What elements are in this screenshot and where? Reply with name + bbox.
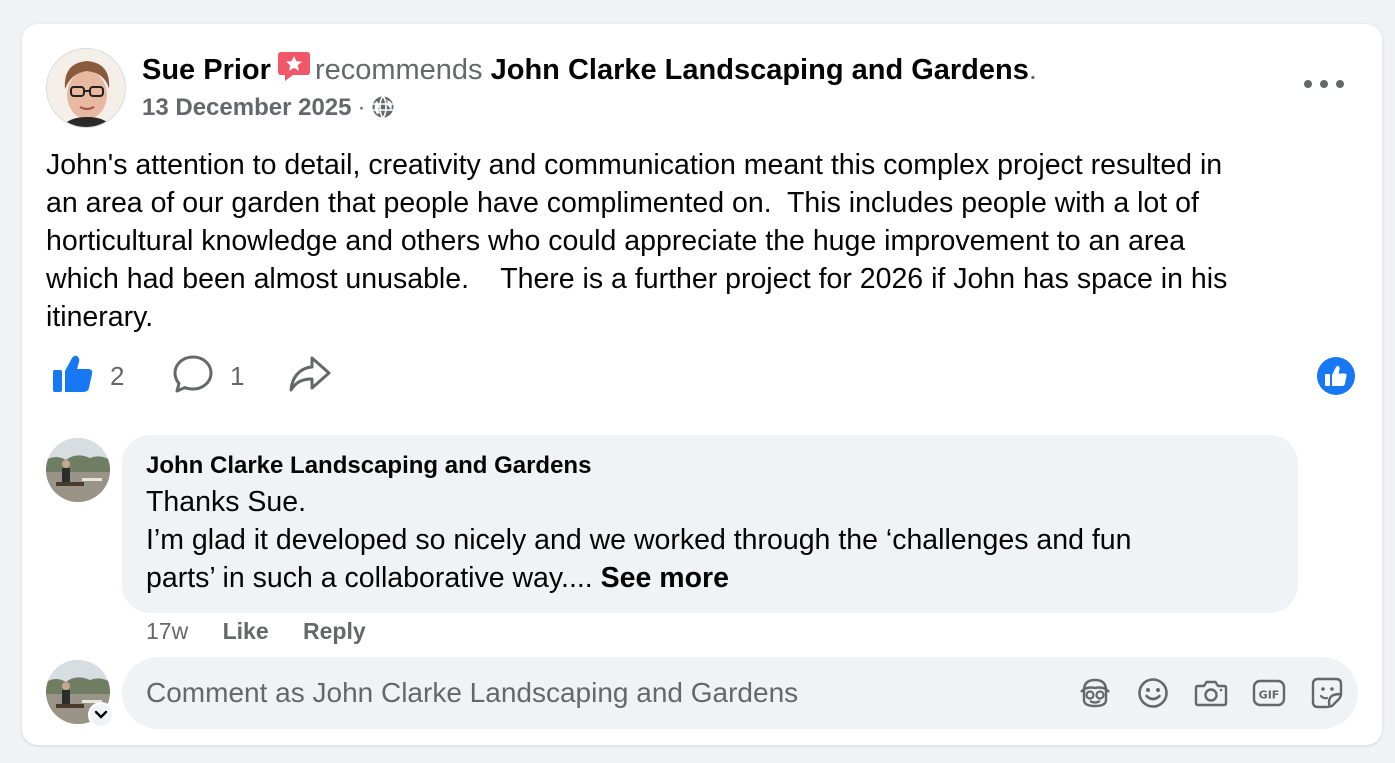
comment-author[interactable]: John Clarke Landscaping and Gardens xyxy=(146,451,591,481)
share-button[interactable] xyxy=(288,356,332,396)
author-photo xyxy=(47,49,125,127)
chevron-down-icon[interactable] xyxy=(88,702,114,728)
like-count: 2 xyxy=(110,360,125,391)
sticker-icon[interactable] xyxy=(1310,676,1344,710)
comment-body: Thanks Sue. I’m glad it developed so nic… xyxy=(146,483,1266,597)
author-avatar[interactable] xyxy=(46,48,126,128)
globe-icon xyxy=(371,95,395,128)
comment-like-button[interactable]: Like xyxy=(223,618,269,644)
svg-text:GIF: GIF xyxy=(1259,689,1280,702)
share-arrow-icon xyxy=(288,354,332,399)
post-header: Sue Prior recommends John Clarke Landscap… xyxy=(142,50,1037,92)
composer-tools: GIF xyxy=(1078,675,1344,711)
avatar-sticker-icon[interactable] xyxy=(1078,676,1112,710)
recommend-star-icon xyxy=(277,50,311,92)
commenter-avatar[interactable] xyxy=(46,438,110,502)
post-card: Sue Prior recommends John Clarke Landscap… xyxy=(22,24,1382,745)
header-period: . xyxy=(1028,54,1037,86)
comment-count: 1 xyxy=(230,360,245,391)
like-button[interactable]: 2 xyxy=(52,354,125,399)
meta-separator: · xyxy=(357,94,366,121)
comment-composer: GIF xyxy=(122,657,1358,729)
comment-bubble-icon xyxy=(172,354,214,399)
author-name[interactable]: Sue Prior xyxy=(142,54,271,86)
post-text: John's attention to detail, creativity a… xyxy=(46,149,1228,333)
see-more-link[interactable]: See more xyxy=(601,562,729,594)
comment-input[interactable] xyxy=(146,657,1046,729)
gif-icon[interactable]: GIF xyxy=(1252,676,1286,710)
comment-reply-button[interactable]: Reply xyxy=(303,618,366,644)
camera-icon[interactable] xyxy=(1194,676,1228,710)
comment-meta: 17w Like Reply xyxy=(146,616,394,646)
commenter-photo xyxy=(46,438,110,502)
like-thumb-icon xyxy=(52,354,94,399)
recommends-verb: recommends xyxy=(314,54,483,86)
like-reaction-icon[interactable] xyxy=(1317,357,1355,395)
comment-bubble: John Clarke Landscaping and Gardens Than… xyxy=(122,435,1298,613)
more-options-icon[interactable] xyxy=(1304,72,1344,96)
comment-time[interactable]: 17w xyxy=(146,618,188,644)
post-date[interactable]: 13 December 2025 xyxy=(142,94,351,121)
page-name-link[interactable]: John Clarke Landscaping and Gardens xyxy=(491,54,1029,86)
comment-button[interactable]: 1 xyxy=(172,354,245,399)
post-meta: 13 December 2025 · xyxy=(142,92,395,128)
emoji-icon[interactable] xyxy=(1136,676,1170,710)
